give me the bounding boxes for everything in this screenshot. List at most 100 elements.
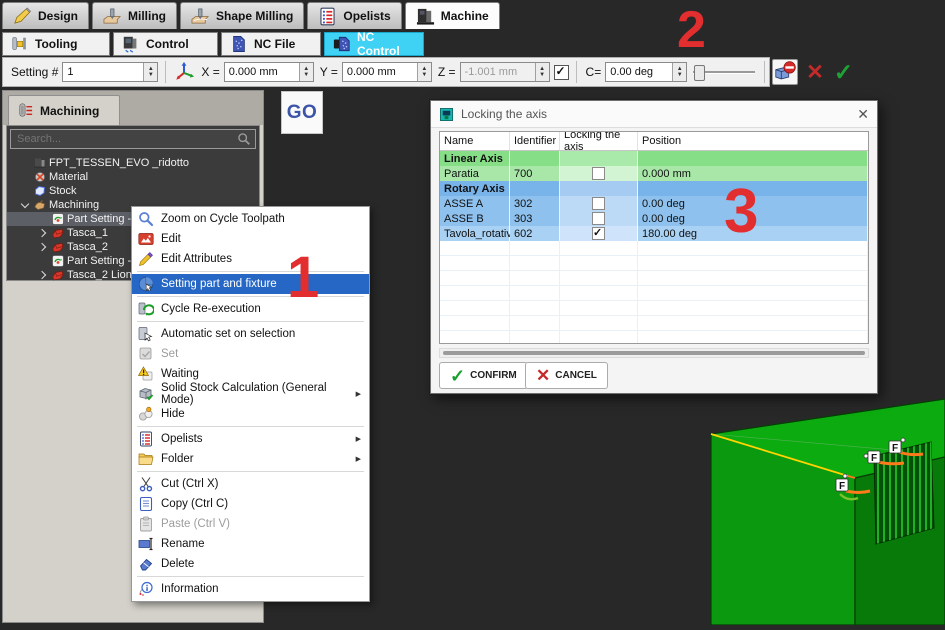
lock-checkbox[interactable] bbox=[592, 227, 605, 240]
tree-item-label: Material bbox=[49, 171, 88, 183]
search-input[interactable] bbox=[15, 132, 237, 146]
axis-row-empty bbox=[440, 271, 868, 286]
x-label: X = bbox=[201, 65, 219, 79]
column-header-name[interactable]: Name bbox=[440, 132, 510, 150]
spinner-arrows-icon[interactable]: ▲▼ bbox=[417, 63, 431, 81]
tab-nc-file[interactable]: NC File bbox=[221, 32, 321, 56]
search-box[interactable] bbox=[10, 129, 256, 149]
tab-label: Tooling bbox=[35, 37, 77, 51]
menu-item-label: Edit Attributes bbox=[161, 253, 232, 265]
column-header-locking[interactable]: Locking the axis bbox=[560, 132, 638, 150]
accept-button[interactable]: ✓ bbox=[834, 61, 853, 84]
tree-item-fpt-tessen-evo-ridotto[interactable]: FPT_TESSEN_EVO _ridotto bbox=[7, 156, 259, 170]
tab-tooling[interactable]: Tooling bbox=[2, 32, 110, 56]
axis-lock-cell bbox=[560, 226, 638, 241]
scrollbar-thumb[interactable] bbox=[443, 351, 865, 355]
spinner-arrows-icon[interactable]: ▲▼ bbox=[672, 63, 686, 81]
c-spinner[interactable]: ▲▼ bbox=[605, 62, 687, 82]
ribbon-tabs-row2: Tooling ControlNC FileNC Control bbox=[0, 29, 945, 56]
spinner-arrows-icon[interactable]: ▲▼ bbox=[143, 63, 157, 81]
tree-item-label: Tasca_2 bbox=[67, 241, 108, 253]
chevron-right-icon[interactable] bbox=[37, 227, 49, 239]
menu-item-cycle-re-execution[interactable]: Cycle Re-execution bbox=[132, 299, 369, 319]
axis-lock-cell bbox=[560, 166, 638, 181]
tab-milling[interactable]: Milling bbox=[92, 2, 177, 29]
column-header-position[interactable]: Position bbox=[638, 132, 868, 150]
tree-item-material[interactable]: Material bbox=[7, 170, 259, 184]
y-input[interactable] bbox=[343, 63, 417, 81]
c-axis-slider[interactable] bbox=[691, 63, 757, 81]
setting-number-spinner[interactable]: ▲▼ bbox=[62, 62, 158, 82]
cut-icon bbox=[138, 476, 154, 492]
menu-item-folder[interactable]: Folder▶ bbox=[132, 449, 369, 469]
search-icon bbox=[237, 132, 251, 146]
menu-item-paste-ctrl-v: Paste (Ctrl V) bbox=[132, 514, 369, 534]
cancel-x-icon: ✕ bbox=[536, 367, 550, 384]
t-machine-icon bbox=[34, 157, 46, 169]
menu-item-information[interactable]: Information bbox=[132, 579, 369, 599]
slider-thumb[interactable] bbox=[694, 65, 705, 81]
menu-item-label: Waiting bbox=[161, 368, 199, 380]
setting-number-input[interactable] bbox=[63, 63, 143, 81]
reject-button[interactable]: ✕ bbox=[806, 62, 824, 83]
menu-item-setting-part-and-fixture[interactable]: Setting part and fixture bbox=[132, 274, 369, 294]
axis-row-paratia[interactable]: Paratia7000.000 mm bbox=[440, 166, 868, 181]
axis-row-asse-b[interactable]: ASSE B3030.00 deg bbox=[440, 211, 868, 226]
y-spinner[interactable]: ▲▼ bbox=[342, 62, 432, 82]
dialog-close-button[interactable]: ✕ bbox=[857, 106, 869, 123]
menu-item-zoom-on-cycle-toolpath[interactable]: Zoom on Cycle Toolpath bbox=[132, 209, 369, 229]
3d-viewport[interactable]: F F F bbox=[698, 396, 945, 625]
x-spinner[interactable]: ▲▼ bbox=[224, 62, 314, 82]
menu-item-hide[interactable]: Hide bbox=[132, 404, 369, 424]
x-input[interactable] bbox=[225, 63, 299, 81]
axis-row-rotary-axis[interactable]: Rotary Axis bbox=[440, 181, 868, 196]
tab-machining[interactable]: Machining bbox=[8, 95, 120, 125]
lock-checkbox[interactable] bbox=[592, 167, 605, 180]
dialog-titlebar[interactable]: Locking the axis ✕ bbox=[431, 101, 877, 128]
menu-item-edit-attributes[interactable]: Edit Attributes bbox=[132, 249, 369, 269]
tab-shape-milling[interactable]: Shape Milling bbox=[180, 2, 304, 29]
lock-checkbox[interactable] bbox=[592, 212, 605, 225]
t-machining-icon bbox=[34, 199, 46, 211]
menu-item-edit[interactable]: Edit bbox=[132, 229, 369, 249]
tree-item-stock[interactable]: Stock bbox=[7, 184, 259, 198]
lock-checkbox[interactable] bbox=[592, 197, 605, 210]
tab-nc-control[interactable]: NC Control bbox=[324, 32, 424, 56]
table-hscrollbar[interactable] bbox=[439, 348, 869, 358]
setting-toolbar: Setting # ▲▼ X = ▲▼ Y = ▲▼ Z = ▲▼ C= ▲▼ … bbox=[2, 57, 770, 87]
tab-design[interactable]: Design bbox=[2, 2, 89, 29]
tab-opelists[interactable]: Opelists bbox=[307, 2, 401, 29]
spinner-arrows-icon[interactable]: ▲▼ bbox=[299, 63, 313, 81]
confirm-button[interactable]: ✓ CONFIRM bbox=[439, 362, 528, 389]
menu-item-opelists[interactable]: Opelists▶ bbox=[132, 429, 369, 449]
menu-item-solid-stock-calculation-general-mode[interactable]: Solid Stock Calculation (General Mode)▶ bbox=[132, 384, 369, 404]
column-header-identifier[interactable]: Identifier bbox=[510, 132, 560, 150]
c-input[interactable] bbox=[606, 63, 672, 81]
menu-item-copy-ctrl-c[interactable]: Copy (Ctrl C) bbox=[132, 494, 369, 514]
menu-item-automatic-set-on-selection[interactable]: Automatic set on selection bbox=[132, 324, 369, 344]
cancel-button[interactable]: ✕ CANCEL bbox=[525, 362, 608, 389]
ribbon-tabs-row1: DesignMillingShape MillingOpelists Machin… bbox=[0, 0, 945, 29]
axis-row-linear-axis[interactable]: Linear Axis bbox=[440, 151, 868, 166]
go-button[interactable]: GO bbox=[281, 91, 323, 134]
tab-control[interactable]: Control bbox=[113, 32, 218, 56]
axis-row-tavola-rotativa[interactable]: Tavola_rotativa602180.00 deg bbox=[440, 226, 868, 241]
tab-label: Machine bbox=[441, 9, 489, 23]
chevron-right-icon[interactable] bbox=[37, 241, 49, 253]
waiting-icon bbox=[138, 366, 154, 382]
menu-item-cut-ctrl-x[interactable]: Cut (Ctrl X) bbox=[132, 474, 369, 494]
tree-item-label: Tasca_2 Lionel bbox=[67, 269, 140, 281]
tab-label: Machining bbox=[40, 104, 99, 118]
z-lock-checkbox[interactable] bbox=[554, 65, 569, 80]
menu-separator bbox=[137, 271, 364, 272]
chevron-right-icon[interactable] bbox=[37, 269, 49, 281]
menu-item-delete[interactable]: Delete bbox=[132, 554, 369, 574]
chevron-down-icon[interactable] bbox=[19, 199, 31, 211]
lock-axis-button[interactable] bbox=[772, 59, 798, 85]
menu-item-rename[interactable]: Rename bbox=[132, 534, 369, 554]
lock-axis-icon bbox=[773, 60, 797, 84]
axis-row-asse-a[interactable]: ASSE A3020.00 deg bbox=[440, 196, 868, 211]
menu-item-waiting[interactable]: Waiting bbox=[132, 364, 369, 384]
axis-lock-cell bbox=[560, 181, 638, 196]
tab-machine[interactable]: Machine bbox=[405, 2, 500, 29]
